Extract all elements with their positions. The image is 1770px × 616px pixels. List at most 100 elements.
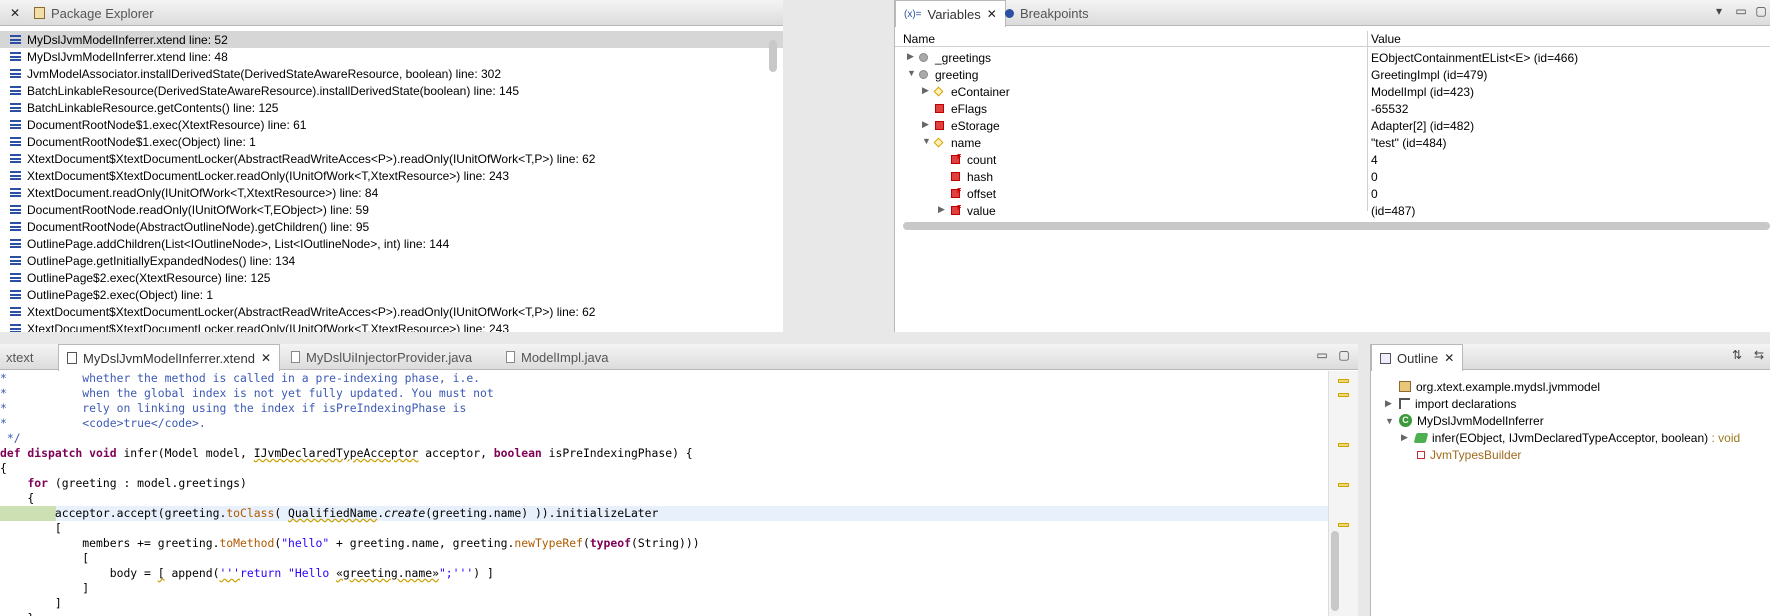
expand-arrow-icon[interactable]: ▶ [907, 51, 914, 62]
tab-inferrer[interactable]: MyDslJvmModelInferrer.xtend ✕ [58, 344, 281, 371]
stack-frame-row[interactable]: XtextDocument$XtextDocumentLocker(Abstra… [0, 150, 783, 167]
variable-row[interactable]: hash 0 [895, 168, 1770, 185]
stack-frame-row[interactable]: BatchLinkableResource(DerivedStateAwareR… [0, 82, 783, 99]
stack-frame-icon [10, 171, 21, 180]
tab-outline[interactable]: Outline ✕ [1371, 344, 1464, 371]
maximize-icon[interactable]: ▢ [1337, 348, 1351, 362]
close-icon[interactable]: ✕ [987, 7, 997, 21]
tab-xtext[interactable]: xtext [0, 344, 39, 370]
private-field-icon [935, 121, 944, 130]
tab-close-partial[interactable]: ✕ [4, 0, 26, 26]
stack-frame-row[interactable]: OutlinePage.getInitiallyExpandedNodes() … [0, 252, 783, 269]
collapse-arrow-icon[interactable]: ▼ [907, 68, 916, 78]
stack-frame-row[interactable]: JvmModelAssociator.installDerivedState(D… [0, 65, 783, 82]
stack-frame-row[interactable]: MyDslJvmModelInferrer.xtend line: 52 [0, 31, 783, 48]
col-name[interactable]: Name [903, 32, 935, 46]
private-field-icon [951, 172, 960, 181]
breakpoints-icon [1005, 8, 1014, 18]
code-line: body = [ append('''return "Hello «greeti… [0, 566, 494, 580]
variable-row[interactable]: Fcount 4 [895, 151, 1770, 168]
variable-row[interactable]: ▼ greeting GreetingImpl (id=479) [895, 66, 1770, 83]
code-area[interactable]: * whether the method is called in a pre-… [0, 371, 1328, 616]
minimize-icon[interactable]: ▭ [1315, 348, 1329, 362]
outline-package[interactable]: org.xtext.example.mydsl.jvmmodel [1399, 378, 1600, 395]
field-icon [1417, 450, 1425, 459]
stack-frame-row[interactable]: OutlinePage$2.exec(Object) line: 1 [0, 286, 783, 303]
code-line: * <code>true</code>. [0, 416, 206, 430]
close-icon[interactable]: ✕ [1444, 351, 1454, 365]
outline-imports[interactable]: ▶ import declarations [1385, 395, 1516, 412]
stack-frame-label: DocumentRootNode$1.exec(XtextResource) l… [27, 117, 307, 132]
tab-variables[interactable]: (x)= Variables ✕ [895, 0, 1006, 27]
tab-package-explorer[interactable]: Package Explorer [28, 0, 160, 26]
warning-marker[interactable] [1338, 393, 1349, 397]
collapse-arrow-icon[interactable]: ▼ [922, 136, 931, 146]
stack-frame-label: DocumentRootNode.readOnly(IUnitOfWork<T,… [27, 202, 369, 217]
class-icon: C [1399, 414, 1412, 427]
local-variable-icon [919, 53, 928, 62]
code-line: */ [0, 431, 21, 445]
stack-frame-row[interactable]: XtextDocument.readOnly(IUnitOfWork<T,Xte… [0, 184, 783, 201]
variable-name: greeting [935, 68, 979, 82]
expand-arrow-icon[interactable]: ▶ [1401, 432, 1410, 443]
warning-marker[interactable] [1338, 379, 1349, 383]
stack-frame-row[interactable]: XtextDocument$XtextDocumentLocker(Abstra… [0, 303, 783, 320]
stack-frame-row[interactable]: DocumentRootNode$1.exec(Object) line: 1 [0, 133, 783, 150]
collapse-arrow-icon[interactable]: ▼ [1385, 416, 1394, 426]
expand-arrow-icon[interactable]: ▶ [922, 85, 929, 96]
variables-header: Name Value [895, 31, 1770, 47]
stack-frame-icon [10, 188, 21, 197]
stack-frame-row[interactable]: DocumentRootNode$1.exec(XtextResource) l… [0, 116, 783, 133]
view-menu-icon[interactable]: ▾ [1712, 4, 1726, 18]
link-editor-icon[interactable]: ⇆ [1752, 348, 1766, 362]
stack-frame-label: MyDslJvmModelInferrer.xtend line: 52 [27, 32, 228, 47]
outline-field[interactable]: JvmTypesBuilder [1417, 446, 1521, 463]
minimize-icon[interactable]: ▭ [1734, 4, 1748, 18]
variable-row[interactable]: ▶ eStorage Adapter[2] (id=482) [895, 117, 1770, 134]
code-line: } [0, 611, 1328, 616]
stack-frame-row[interactable]: MyDslJvmModelInferrer.xtend line: 48 [0, 48, 783, 65]
variable-value: Adapter[2] (id=482) [1371, 119, 1475, 133]
vertical-scrollbar[interactable] [1331, 531, 1339, 611]
outline-method[interactable]: ▶ infer(EObject, IJvmDeclaredTypeAccepto… [1401, 429, 1740, 446]
col-value[interactable]: Value [1371, 32, 1401, 46]
tab-modelimpl[interactable]: ModelImpl.java [500, 344, 614, 370]
horizontal-scrollbar[interactable] [903, 222, 1770, 230]
stack-frame-row[interactable]: OutlinePage$2.exec(XtextResource) line: … [0, 269, 783, 286]
stack-frame-row[interactable]: DocumentRootNode.readOnly(IUnitOfWork<T,… [0, 201, 783, 218]
stack-frame-row[interactable]: XtextDocument$XtextDocumentLocker.readOn… [0, 167, 783, 184]
variable-row[interactable]: ▶ Fvalue (id=487) [895, 202, 1770, 219]
variable-name: eFlags [951, 102, 988, 116]
tab-breakpoints[interactable]: Breakpoints [999, 0, 1095, 26]
stack-frame-row[interactable]: XtextDocument$XtextDocumentLocker.readOn… [0, 320, 783, 332]
warning-marker[interactable] [1338, 483, 1349, 487]
maximize-icon[interactable]: ▢ [1754, 4, 1768, 18]
stack-frame-label: XtextDocument$XtextDocumentLocker.readOn… [27, 168, 509, 183]
tab-injector-provider[interactable]: MyDslUiInjectorProvider.java [285, 344, 478, 370]
stack-frame-row[interactable]: DocumentRootNode(AbstractOutlineNode).ge… [0, 218, 783, 235]
vertical-scrollbar[interactable] [769, 40, 777, 72]
private-field-icon [935, 104, 944, 113]
expand-arrow-icon[interactable]: ▶ [938, 204, 945, 215]
tab-breakpoints-label: Breakpoints [1020, 5, 1089, 21]
variable-row[interactable]: Foffset 0 [895, 185, 1770, 202]
expand-arrow-icon[interactable]: ▶ [1385, 398, 1394, 409]
outline-class[interactable]: ▼ C MyDslJvmModelInferrer [1385, 412, 1544, 429]
variable-name: count [967, 153, 997, 167]
stack-frame-label: XtextDocument$XtextDocumentLocker.readOn… [27, 321, 509, 333]
xtend-file-icon [67, 352, 77, 364]
close-icon[interactable]: ✕ [10, 6, 20, 20]
variable-row[interactable]: ▶ _greetings EObjectContainmentEList<E> (i… [895, 49, 1770, 66]
stack-frame-row[interactable]: OutlinePage.addChildren(List<IOutlineNod… [0, 235, 783, 252]
expand-arrow-icon[interactable]: ▶ [922, 119, 929, 130]
overview-ruler[interactable] [1328, 371, 1358, 616]
warning-marker[interactable] [1338, 443, 1349, 447]
variable-row[interactable]: eFlags -65532 [895, 100, 1770, 117]
variable-row[interactable]: ▼ name "test" (id=484) [895, 134, 1770, 151]
code-line: * whether the method is called in a pre-… [0, 371, 481, 385]
variable-row[interactable]: ▶ eContainer ModelImpl (id=423) [895, 83, 1770, 100]
sort-icon[interactable]: ⇅ [1730, 348, 1744, 362]
warning-marker[interactable] [1338, 523, 1349, 527]
close-icon[interactable]: ✕ [261, 351, 271, 365]
stack-frame-row[interactable]: BatchLinkableResource.getContents() line… [0, 99, 783, 116]
